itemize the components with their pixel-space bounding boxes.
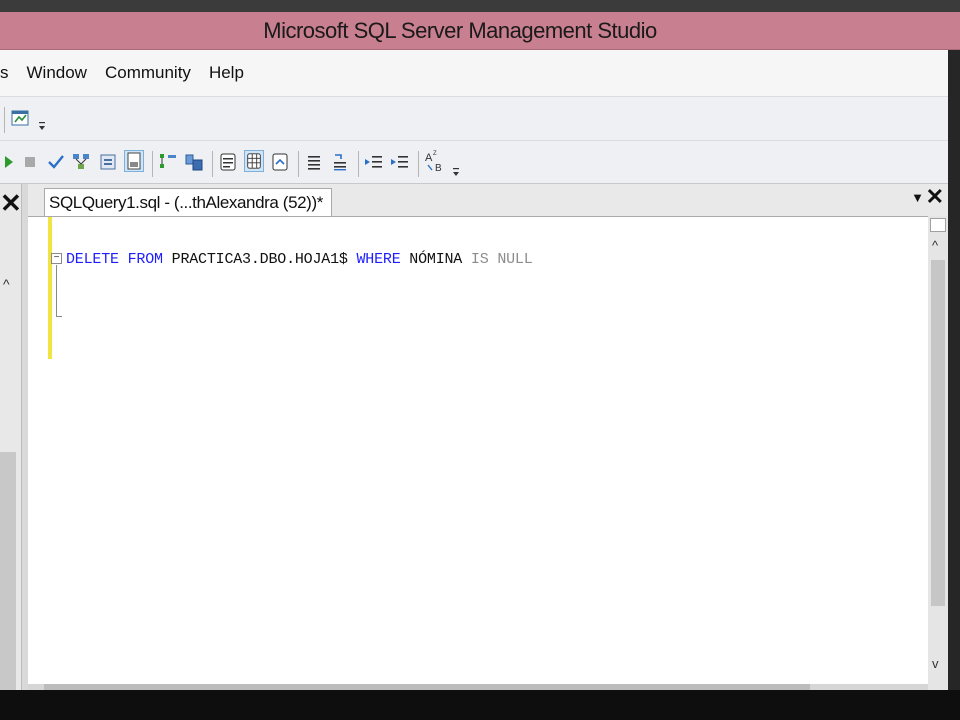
parse-icon[interactable] [46,151,66,173]
keyword-is-null: IS NULL [470,251,533,268]
toolbar-sql-editor: AZB [0,140,948,184]
results-grid-icon[interactable] [244,150,264,172]
screen-top-edge [0,0,960,12]
object-explorer-scrollbar[interactable] [0,452,16,690]
document-tab-strip: SQLQuery1.sql - (...thAlexandra (52))* ▼… [28,184,948,216]
outline-end [56,316,62,317]
toolbar-standard [0,96,948,140]
screen-right-edge [948,50,960,690]
change-indicator-bar [48,217,52,359]
menu-help[interactable]: Help [200,63,253,83]
column-name: NÓMINA [400,251,471,268]
toolbar-separator [358,151,359,177]
collapse-icon[interactable]: − [51,253,62,264]
chart-icon[interactable] [10,107,30,129]
table-name: PRACTICA3.DBO.HOJA1$ [162,251,357,268]
results-file-icon[interactable] [270,151,290,173]
keyword-from: FROM [127,251,163,268]
specify-values-icon[interactable]: AZB [424,149,446,175]
client-stats-icon[interactable] [184,151,204,173]
tab-list-dropdown-icon[interactable]: ▼ [911,190,924,205]
sql-editor[interactable]: − DELETE FROM PRACTICA3.DBO.HOJA1$ WHERE… [28,216,928,690]
dropdown-icon[interactable] [452,165,460,183]
toolbar-separator [4,107,5,133]
splitter-handle[interactable] [930,218,946,232]
menu-tools-partial[interactable]: s [0,63,18,83]
toolbar-separator [152,151,153,177]
scrollbar-thumb[interactable] [931,260,945,606]
outline-line [56,265,57,317]
include-plan-icon[interactable] [158,151,178,173]
title-bar: Microsoft SQL Server Management Studio [0,12,960,50]
toolbar-separator [418,151,419,177]
document-area: SQLQuery1.sql - (...thAlexandra (52))* ▼… [28,184,948,690]
code-line-1[interactable]: DELETE FROM PRACTICA3.DBO.HOJA1$ WHERE N… [66,251,533,268]
svg-text:B: B [435,163,442,174]
menu-window[interactable]: Window [18,63,96,83]
scroll-up-icon[interactable]: ^ [932,238,938,253]
uncomment-icon[interactable] [330,151,350,173]
object-explorer-panel: ✕ ^ [0,184,22,690]
close-tab-icon[interactable]: ✕ [926,184,944,210]
scroll-down-icon[interactable]: v [932,656,939,671]
window-title: Microsoft SQL Server Management Studio [263,17,657,43]
svg-text:A: A [425,152,433,164]
menu-bar: s Window Community Help [0,50,948,96]
close-icon[interactable]: ✕ [0,188,22,218]
keyword-where: WHERE [356,251,401,268]
query-designer-icon[interactable] [98,151,118,173]
editor-vertical-scrollbar[interactable]: ^ v [928,216,948,690]
screen-bottom-edge [0,690,960,720]
tab-sqlquery1[interactable]: SQLQuery1.sql - (...thAlexandra (52))* [44,188,332,216]
results-text-icon[interactable] [218,151,238,173]
toolbar-separator [298,151,299,177]
keyword-delete: DELETE [66,251,119,268]
toolbar-separator [212,151,213,177]
dropdown-icon[interactable] [38,119,46,137]
results-to-file-icon[interactable] [124,150,144,172]
comment-icon[interactable] [304,151,324,173]
stop-icon[interactable] [20,151,40,173]
menu-community[interactable]: Community [96,63,200,83]
decrease-indent-icon[interactable] [364,151,384,173]
display-plan-icon[interactable] [72,151,92,173]
execute-icon[interactable] [0,151,20,173]
scroll-up-icon[interactable]: ^ [3,276,10,292]
increase-indent-icon[interactable] [390,151,410,173]
tab-label: SQLQuery1.sql - (...thAlexandra (52))* [49,192,323,212]
svg-text:Z: Z [433,151,437,157]
